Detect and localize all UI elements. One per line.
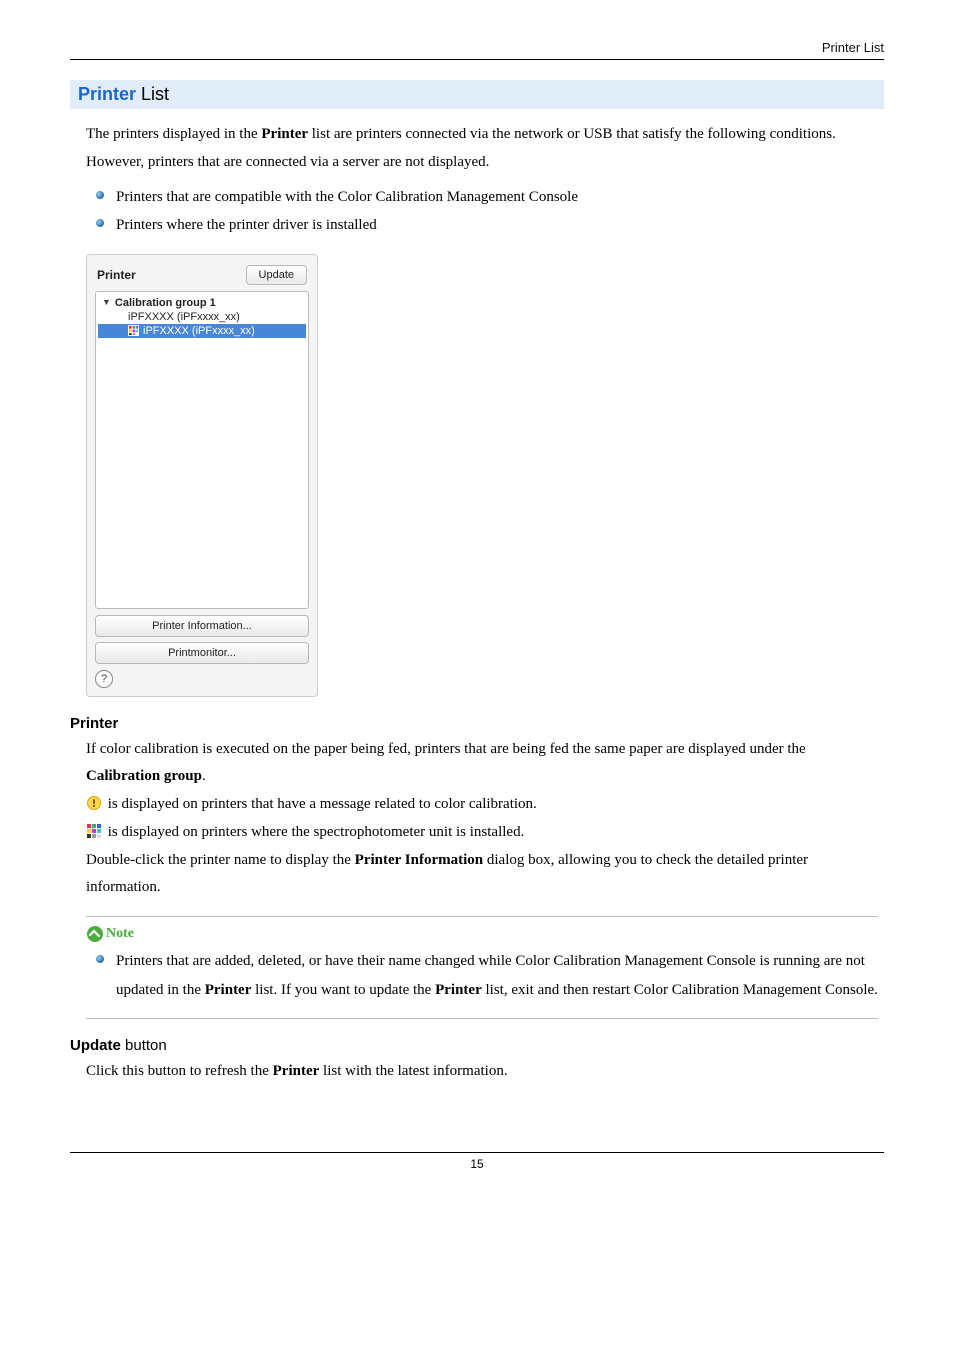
header-breadcrumb: Printer List xyxy=(70,40,884,55)
footer-rule xyxy=(70,1152,884,1153)
spectro-icon xyxy=(128,325,139,336)
title-rest: List xyxy=(136,84,169,104)
help-icon[interactable]: ? xyxy=(95,670,113,688)
printer-body: If color calibration is executed on the … xyxy=(70,736,884,903)
panel-title: Printer xyxy=(97,268,136,282)
page-number: 15 xyxy=(470,1157,483,1171)
note-bullet: Printers that are added, deleted, or hav… xyxy=(96,947,878,1004)
printer-information-button[interactable]: Printer Information... xyxy=(95,615,309,637)
warning-icon xyxy=(86,794,102,810)
printmonitor-button[interactable]: Printmonitor... xyxy=(95,642,309,664)
bullet-compatible: Printers that are compatible with the Co… xyxy=(96,183,884,212)
intro-paragraph: The printers displayed in the Printer li… xyxy=(70,121,884,177)
calibration-group-label: Calibration group 1 xyxy=(115,297,216,309)
disclosure-triangle-icon[interactable]: ▼ xyxy=(102,298,111,307)
note-label: Note xyxy=(106,926,134,942)
printer-subhead: Printer xyxy=(70,715,884,732)
update-body: Click this button to refresh the Printer… xyxy=(70,1058,884,1086)
printer-panel: Printer Update ▼ Calibration group 1 iPF… xyxy=(86,254,318,697)
note-box: Note Printers that are added, deleted, o… xyxy=(86,916,878,1019)
title-accent: Printer xyxy=(78,84,136,104)
update-button[interactable]: Update xyxy=(246,265,307,285)
spectro-icon xyxy=(86,822,102,838)
note-rule-bottom xyxy=(86,1018,878,1019)
note-rule-top xyxy=(86,916,878,917)
calibration-group-row[interactable]: ▼ Calibration group 1 xyxy=(98,296,306,310)
intro-bullet-list: Printers that are compatible with the Co… xyxy=(70,183,884,240)
printer-row-2-selected[interactable]: iPFXXXX (iPFxxxx_xx) xyxy=(98,324,306,338)
note-icon xyxy=(86,925,104,943)
printer-row-1[interactable]: iPFXXXX (iPFxxxx_xx) xyxy=(98,310,306,324)
printer-tree[interactable]: ▼ Calibration group 1 iPFXXXX (iPFxxxx_x… xyxy=(95,291,309,609)
update-subhead: Update button xyxy=(70,1037,884,1054)
page-title: Printer List xyxy=(70,80,884,109)
bullet-driver-installed: Printers where the printer driver is ins… xyxy=(96,211,884,240)
